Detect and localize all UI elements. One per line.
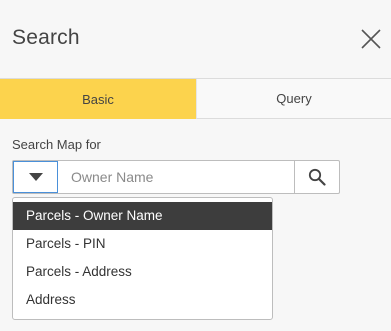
caret-down-icon — [28, 173, 43, 181]
dropdown-option-parcels-pin[interactable]: Parcels - PIN — [13, 230, 272, 258]
tab-query-label: Query — [276, 91, 312, 106]
layer-dropdown-menu: Parcels - Owner Name Parcels - PIN Parce… — [12, 197, 273, 320]
dropdown-option-parcels-address[interactable]: Parcels - Address — [13, 258, 272, 286]
panel-title: Search — [12, 26, 80, 49]
tab-basic[interactable]: Basic — [0, 79, 196, 119]
tab-bar: Basic Query — [0, 79, 391, 119]
search-box — [12, 160, 340, 194]
tab-query[interactable]: Query — [196, 79, 391, 119]
search-button[interactable] — [295, 161, 339, 193]
close-button[interactable] — [360, 28, 382, 50]
search-input[interactable] — [58, 161, 295, 193]
search-icon — [308, 168, 326, 186]
panel-header: Search — [0, 0, 391, 79]
layer-dropdown-toggle[interactable] — [13, 161, 58, 193]
dropdown-option-parcels-owner-name[interactable]: Parcels - Owner Name — [13, 202, 272, 230]
search-label: Search Map for — [12, 137, 101, 152]
close-icon — [361, 29, 381, 49]
tab-basic-label: Basic — [82, 91, 114, 107]
dropdown-option-address[interactable]: Address — [13, 286, 272, 314]
